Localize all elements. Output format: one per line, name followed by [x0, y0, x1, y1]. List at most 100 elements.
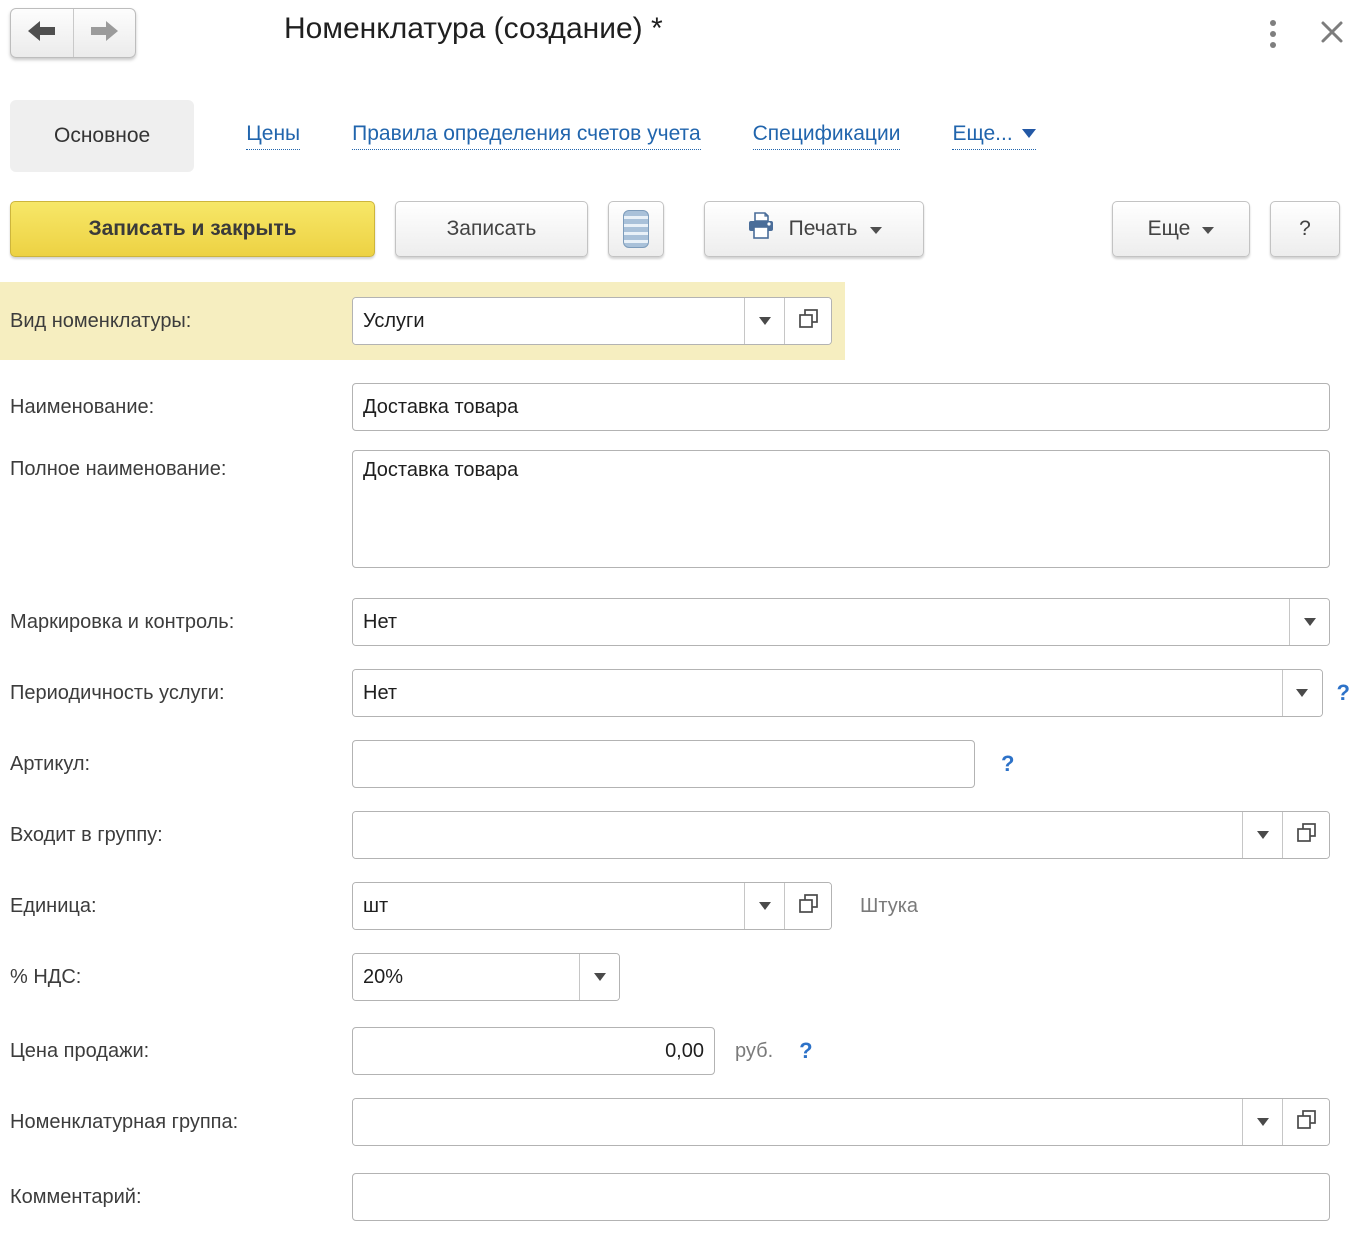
- tab-more-label: Еще...: [952, 122, 1012, 146]
- periodicity-input[interactable]: [353, 670, 1282, 716]
- chevron-down-icon: [1296, 689, 1308, 697]
- sale-price-currency: руб.: [735, 1040, 773, 1063]
- help-button[interactable]: ?: [1270, 201, 1340, 257]
- vat-combo: [352, 953, 620, 1001]
- chevron-down-icon: [759, 317, 771, 325]
- full-name-textarea[interactable]: Доставка товара: [352, 450, 1330, 568]
- periodicity-label: Периодичность услуги:: [10, 682, 352, 705]
- nom-group-label: Номенклатурная группа:: [10, 1111, 352, 1134]
- dropdown-caret-icon: [870, 227, 882, 234]
- tab-more[interactable]: Еще...: [952, 122, 1035, 150]
- name-row: Наименование:: [0, 383, 1350, 431]
- tab-specifications[interactable]: Спецификации: [753, 122, 901, 150]
- vat-label: % НДС:: [10, 966, 352, 989]
- tab-main[interactable]: Основное: [10, 100, 194, 172]
- tab-account-rules[interactable]: Правила определения счетов учета: [352, 122, 700, 150]
- comment-input[interactable]: [352, 1173, 1330, 1221]
- vat-dropdown-button[interactable]: [579, 954, 619, 1000]
- tab-bar: Основное Цены Правила определения счетов…: [10, 100, 1350, 172]
- printer-icon: [746, 211, 776, 247]
- sale-price-help-icon[interactable]: ?: [799, 1038, 812, 1064]
- print-button[interactable]: Печать: [704, 201, 924, 257]
- periodicity-combo: [352, 669, 1323, 717]
- open-item-icon: [797, 307, 820, 335]
- parent-group-open-button[interactable]: [1282, 812, 1329, 858]
- save-and-close-button[interactable]: Записать и закрыть: [10, 201, 375, 257]
- more-button[interactable]: Еще: [1112, 201, 1250, 257]
- open-item-icon: [1295, 1108, 1318, 1136]
- name-label: Наименование:: [10, 396, 352, 419]
- show-in-list-button[interactable]: [608, 201, 664, 257]
- unit-combo: [352, 882, 832, 930]
- chevron-down-icon: [1257, 831, 1269, 839]
- command-bar: Записать и закрыть Записать Печать Еще ?: [10, 200, 1340, 258]
- save-button[interactable]: Записать: [395, 201, 588, 257]
- article-input[interactable]: [352, 740, 975, 788]
- marking-dropdown-button[interactable]: [1289, 599, 1329, 645]
- nomenclature-form: Вид номенклатуры: Наименование: По: [0, 282, 1350, 1221]
- kind-row: Вид номенклатуры:: [0, 297, 845, 345]
- vat-row: % НДС:: [0, 953, 1350, 1001]
- marking-combo: [352, 598, 1330, 646]
- tab-main-label: Основное: [54, 124, 150, 148]
- window-top-bar: Номенклатура (создание) *: [0, 0, 1350, 100]
- parent-group-dropdown-button[interactable]: [1242, 812, 1282, 858]
- nom-group-row: Номенклатурная группа:: [0, 1098, 1350, 1146]
- kind-open-button[interactable]: [784, 298, 831, 344]
- kind-combo: [352, 297, 832, 345]
- nom-group-dropdown-button[interactable]: [1242, 1099, 1282, 1145]
- periodicity-help-icon[interactable]: ?: [1337, 680, 1350, 706]
- full-name-row: Полное наименование: Доставка товара: [0, 450, 1350, 568]
- parent-group-row: Входит в группу:: [0, 811, 1350, 859]
- nom-group-combo: [352, 1098, 1330, 1146]
- article-help-icon[interactable]: ?: [1001, 751, 1014, 777]
- dropdown-caret-icon: [1202, 227, 1214, 234]
- parent-group-combo: [352, 811, 1330, 859]
- kebab-menu-icon[interactable]: [1266, 16, 1280, 52]
- open-item-icon: [797, 892, 820, 920]
- unit-input[interactable]: [353, 883, 744, 929]
- forward-button[interactable]: [73, 9, 136, 57]
- chevron-down-icon: [1022, 129, 1036, 138]
- print-button-label: Печать: [789, 217, 858, 241]
- history-nav-group: [10, 8, 136, 58]
- parent-group-input[interactable]: [353, 812, 1242, 858]
- kind-input[interactable]: [353, 298, 744, 344]
- chevron-down-icon: [759, 902, 771, 910]
- parent-group-label: Входит в группу:: [10, 824, 352, 847]
- marking-input[interactable]: [353, 599, 1289, 645]
- forward-arrow-icon: [89, 20, 119, 47]
- marking-label: Маркировка и контроль:: [10, 611, 352, 634]
- periodicity-row: Периодичность услуги: ?: [0, 669, 1350, 717]
- name-input[interactable]: [352, 383, 1330, 431]
- article-row: Артикул: ?: [0, 740, 1350, 788]
- nom-group-open-button[interactable]: [1282, 1099, 1329, 1145]
- more-button-label: Еще: [1148, 217, 1191, 241]
- tab-prices[interactable]: Цены: [246, 122, 300, 150]
- chevron-down-icon: [1257, 1118, 1269, 1126]
- vat-input[interactable]: [353, 954, 579, 1000]
- comment-row: Комментарий:: [0, 1173, 1350, 1221]
- back-button[interactable]: [11, 9, 73, 57]
- kind-highlight-band: Вид номенклатуры:: [0, 282, 845, 360]
- kind-dropdown-button[interactable]: [744, 298, 784, 344]
- full-name-label: Полное наименование:: [10, 450, 352, 481]
- page-title: Номенклатура (создание) *: [284, 8, 663, 46]
- unit-open-button[interactable]: [784, 883, 831, 929]
- unit-hint: Штука: [860, 895, 918, 918]
- unit-label: Единица:: [10, 895, 352, 918]
- unit-row: Единица: Штука: [0, 882, 1350, 930]
- unit-dropdown-button[interactable]: [744, 883, 784, 929]
- sale-price-input[interactable]: [352, 1027, 715, 1075]
- window-controls: [1266, 16, 1344, 52]
- comment-label: Комментарий:: [10, 1186, 352, 1209]
- marking-row: Маркировка и контроль:: [0, 598, 1350, 646]
- chevron-down-icon: [594, 973, 606, 981]
- chevron-down-icon: [1304, 618, 1316, 626]
- back-arrow-icon: [27, 20, 57, 47]
- sale-price-row: Цена продажи: руб. ?: [0, 1027, 1350, 1075]
- periodicity-dropdown-button[interactable]: [1282, 670, 1322, 716]
- sale-price-label: Цена продажи:: [10, 1040, 352, 1063]
- close-icon[interactable]: [1320, 20, 1344, 49]
- nom-group-input[interactable]: [353, 1099, 1242, 1145]
